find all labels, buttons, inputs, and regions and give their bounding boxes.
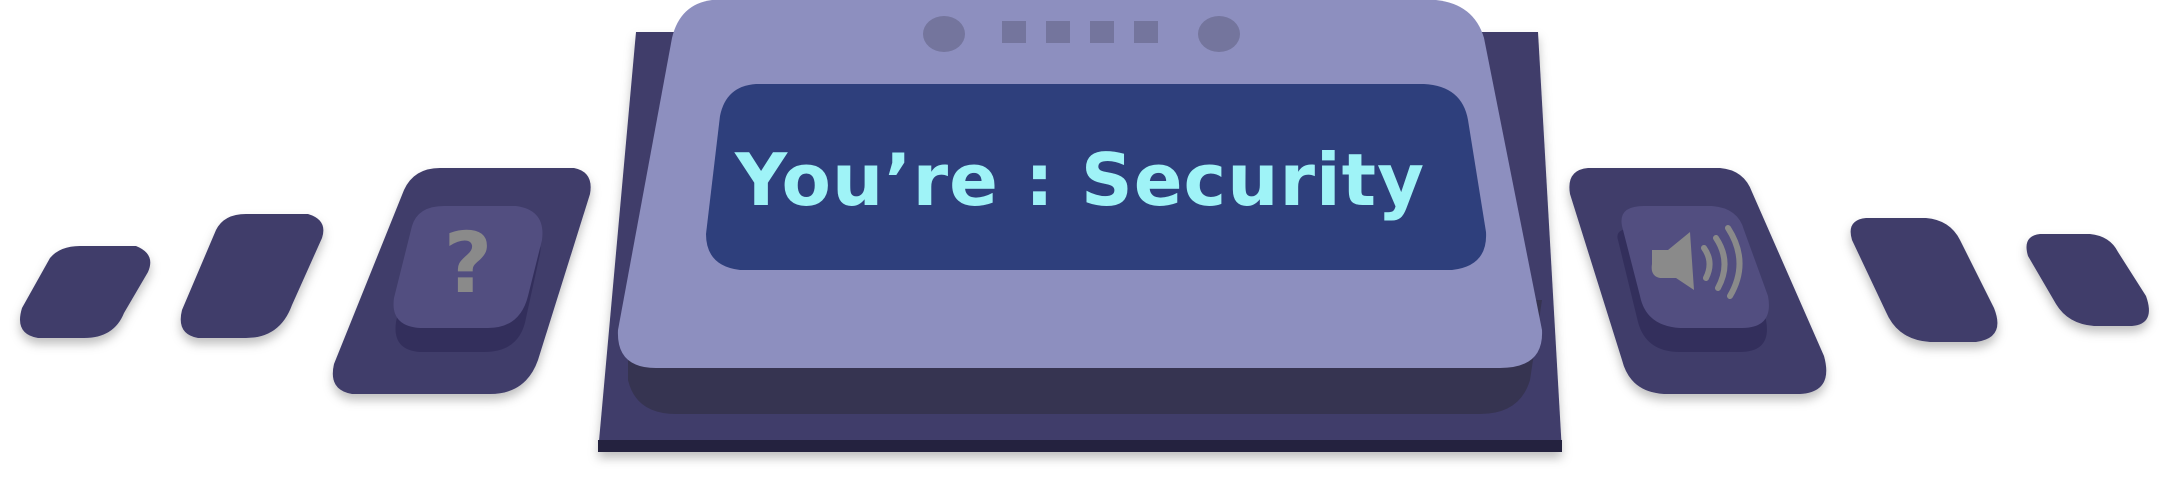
left-tile-outer	[20, 246, 151, 338]
role-screen	[706, 84, 1487, 270]
panel-indicator	[1002, 21, 1026, 43]
help-button[interactable]: ?	[393, 206, 543, 352]
right-tile-middle	[1850, 218, 1998, 342]
panel-indicator	[1046, 21, 1070, 43]
panel-indicator	[1134, 21, 1158, 43]
question-mark-icon: ?	[444, 214, 493, 312]
panel-light-right	[1198, 16, 1240, 52]
panel-light-left	[923, 16, 965, 52]
panel-indicator	[1090, 21, 1114, 43]
game-hud: ?	[20, 0, 2149, 452]
right-tile-outer	[2026, 234, 2149, 326]
role-panel	[598, 0, 1562, 452]
left-tile-middle	[180, 214, 324, 338]
